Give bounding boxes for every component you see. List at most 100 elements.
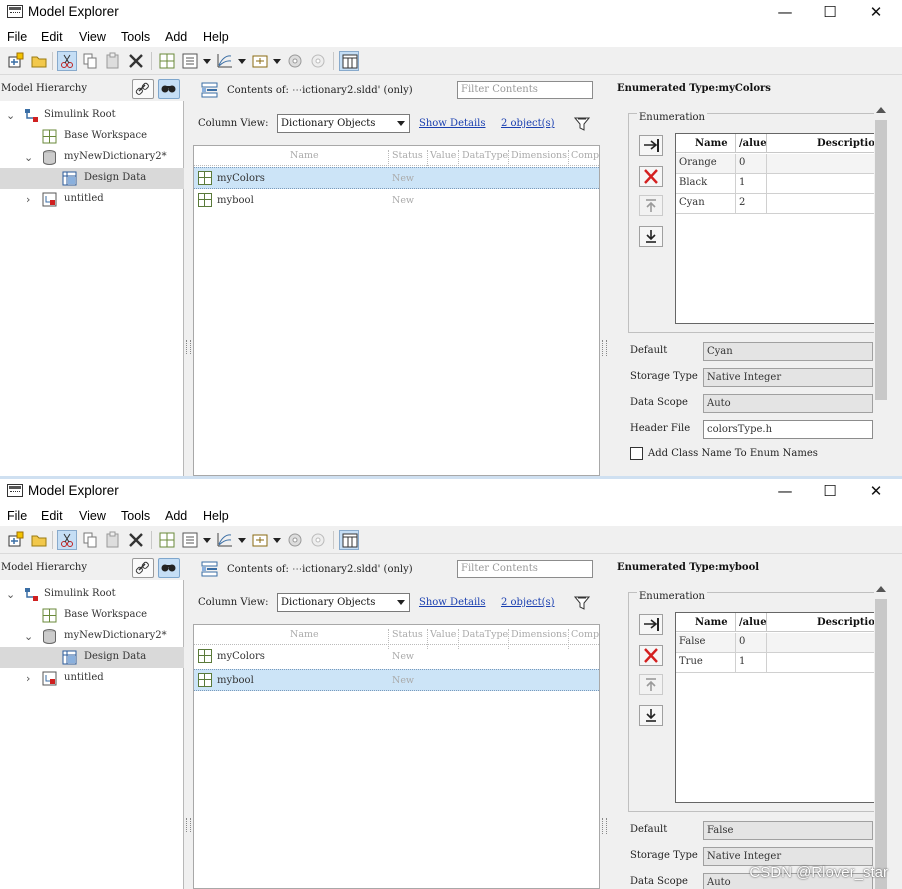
show-details-link[interactable]: Show Details [419,597,486,608]
menu-file[interactable]: File [7,509,27,523]
dialog-view-icon[interactable] [339,51,359,71]
cut-icon[interactable] [57,530,77,550]
tree-node-design-data[interactable]: Design Data [0,168,184,189]
delete-icon[interactable] [126,530,146,550]
settings-gear-icon[interactable] [285,530,305,550]
column-header[interactable]: Status [392,150,423,161]
plot-dropdown-arrow[interactable] [238,538,246,543]
delete-enum-row-icon[interactable] [639,645,663,666]
column-view-select[interactable]: Dictionary Objects [277,114,410,133]
menu-help[interactable]: Help [203,30,229,44]
tree-node-dictionary[interactable]: ⌄ myNewDictionary2* [0,147,184,168]
minimize-button[interactable]: — [762,0,808,25]
tree-node-dictionary[interactable]: ⌄ myNewDictionary2* [0,626,184,647]
menu-help[interactable]: Help [203,509,229,523]
menu-view[interactable]: View [79,30,106,44]
table-row[interactable]: mybool New [194,669,599,691]
tree-node-base-workspace[interactable]: Base Workspace [0,126,184,147]
minimize-button[interactable]: — [762,479,808,504]
tree-node-base-workspace[interactable]: Base Workspace [0,605,184,626]
table-row[interactable]: myColors New [194,167,599,189]
column-header[interactable]: Dimensions [511,629,567,640]
move-up-icon[interactable] [639,195,663,216]
expand-icon[interactable]: › [26,672,30,685]
paste-icon[interactable] [103,530,123,550]
scroll-up-icon[interactable] [876,107,886,113]
enum-row-value[interactable]: 0 [736,154,767,174]
property-scrollbar[interactable] [874,105,888,476]
plot-icon[interactable] [215,51,235,71]
properties-icon[interactable] [180,530,200,550]
move-down-icon[interactable] [639,705,663,726]
link-icon[interactable] [132,558,154,578]
open-folder-icon[interactable] [29,530,49,550]
tree-node-untitled[interactable]: › untitled [0,668,184,689]
column-header[interactable]: Value [430,629,457,640]
properties-dropdown-arrow[interactable] [203,538,211,543]
delete-enum-row-icon[interactable] [639,166,663,187]
dialog-view-icon[interactable] [339,530,359,550]
menu-add[interactable]: Add [165,509,187,523]
add-dropdown-arrow[interactable] [273,59,281,64]
column-header[interactable]: DataType [462,629,508,640]
move-up-icon[interactable] [639,674,663,695]
menu-edit[interactable]: Edit [41,509,63,523]
column-header[interactable]: Value [430,150,457,161]
close-button[interactable]: ✕ [853,0,899,25]
add-class-name-checkbox[interactable] [630,447,643,460]
column-header[interactable]: Status [392,629,423,640]
close-button[interactable]: ✕ [853,479,899,504]
settings-gear-icon[interactable] [285,51,305,71]
properties-dropdown-arrow[interactable] [203,59,211,64]
filter-funnel-icon[interactable] [573,595,591,610]
column-view-select[interactable]: Dictionary Objects [277,593,410,612]
plot-dropdown-arrow[interactable] [238,59,246,64]
enum-row-name[interactable]: Black [676,174,736,194]
scrollbar-thumb[interactable] [875,120,887,400]
add-element-icon[interactable] [250,51,270,71]
header-file-input[interactable]: colorsType.h [703,420,873,439]
storage-type-select[interactable]: Native Integer [703,368,873,387]
column-header[interactable]: Name [290,629,319,640]
collapse-icon[interactable]: ⌄ [24,630,33,643]
paste-icon[interactable] [103,51,123,71]
tree-node-design-data[interactable]: Design Data [0,647,184,668]
default-select[interactable]: Cyan [703,342,873,361]
maximize-button[interactable]: ☐ [807,479,853,504]
property-scrollbar[interactable] [874,584,888,889]
default-select[interactable]: False [703,821,873,840]
collapse-icon[interactable]: ⌄ [6,588,15,601]
enum-row-description[interactable] [767,194,874,214]
show-grid-icon[interactable] [157,51,177,71]
object-count-link[interactable]: 2 object(s) [501,597,555,608]
enum-row-value[interactable]: 0 [736,633,767,653]
show-only-icon[interactable] [158,79,180,99]
table-row[interactable]: myColors New [194,646,599,668]
scroll-up-icon[interactable] [876,586,886,592]
tree-node-simulink-root[interactable]: ⌄ Simulink Root [0,105,184,126]
maximize-button[interactable]: ☐ [807,0,853,25]
open-folder-icon[interactable] [29,51,49,71]
enum-row-name[interactable]: Cyan [676,194,736,214]
menu-tools[interactable]: Tools [121,509,150,523]
menu-edit[interactable]: Edit [41,30,63,44]
column-header[interactable]: Dimensions [511,150,567,161]
column-header[interactable]: Name [290,150,319,161]
show-only-icon[interactable] [158,558,180,578]
add-enum-row-icon[interactable] [639,135,663,156]
link-icon[interactable] [132,79,154,99]
settings-disabled-icon[interactable] [308,51,328,71]
plot-icon[interactable] [215,530,235,550]
column-header[interactable]: DataType [462,150,508,161]
enum-row-description[interactable] [767,633,874,653]
copy-icon[interactable] [80,51,100,71]
add-dropdown-arrow[interactable] [273,538,281,543]
filter-funnel-icon[interactable] [573,116,591,131]
menu-tools[interactable]: Tools [121,30,150,44]
column-header[interactable]: Compl [571,629,599,640]
settings-disabled-icon[interactable] [308,530,328,550]
menu-view[interactable]: View [79,509,106,523]
new-object-icon[interactable] [6,51,26,71]
menu-add[interactable]: Add [165,30,187,44]
add-enum-row-icon[interactable] [639,614,663,635]
